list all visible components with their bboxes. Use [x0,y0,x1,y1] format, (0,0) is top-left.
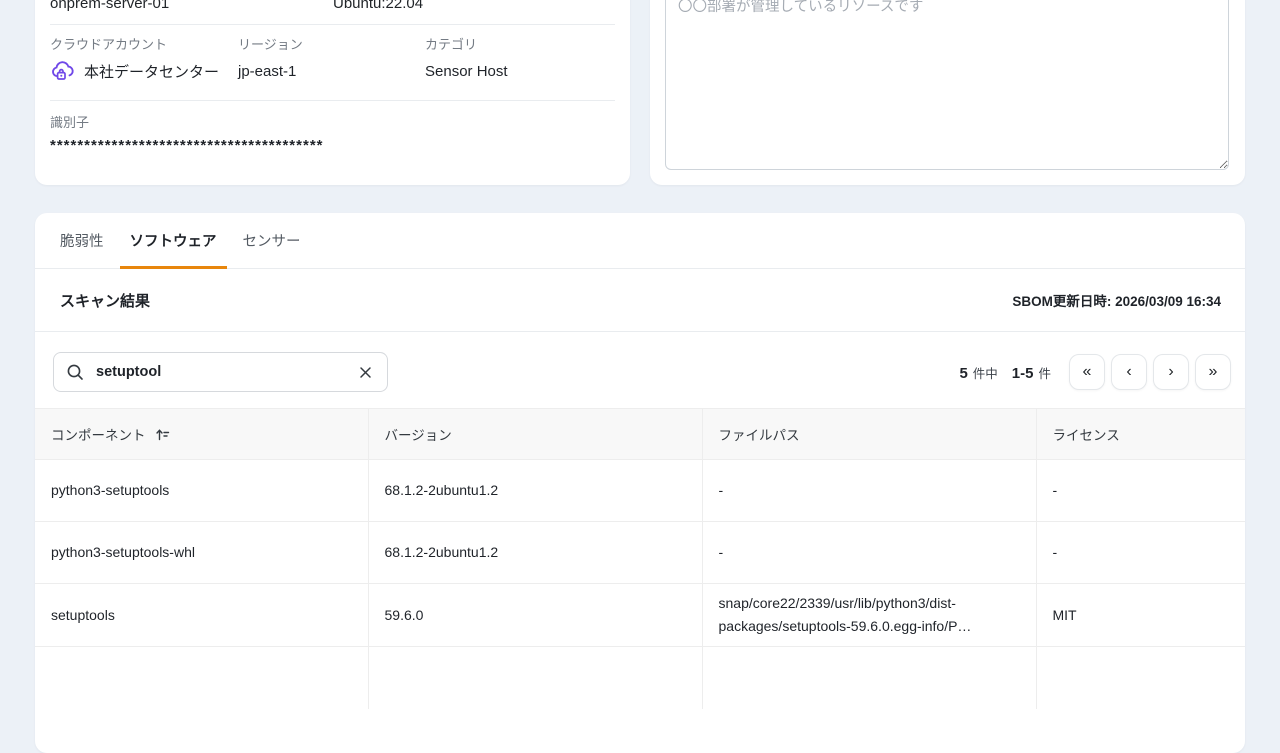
table-cell: MIT [1036,584,1245,647]
search-input[interactable] [94,363,346,381]
column-header-2: ファイルパス [702,409,1036,460]
search-icon [66,363,84,381]
table-row-partial [35,647,1245,709]
software-table: コンポーネント バージョン ファイルパス ライセンス python3-setuptoo… [35,408,1245,709]
region-label: リージョン [238,35,425,55]
table-cell: - [702,522,1036,584]
region-value: jp-east-1 [238,57,425,85]
memo-card [650,0,1245,185]
table-row: setuptools59.6.0snap/core22/2339/usr/lib… [35,584,1245,647]
column-header-label: バージョン [385,424,452,444]
memo-textarea[interactable] [665,0,1229,170]
table-cell: python3-setuptools-whl [35,522,368,584]
software-panel: 脆弱性 ソフトウェア センサー スキャン結果 SBOM更新日時: 2026/03… [35,213,1245,753]
toolbar: 5 件中 1-5 件 « ‹ › » [35,332,1245,408]
tab-software[interactable]: ソフトウェア [120,213,227,268]
table-cell: 68.1.2-2ubuntu1.2 [368,460,702,522]
column-header-0[interactable]: コンポーネント [35,409,368,460]
search-box[interactable] [53,352,388,392]
tab-sensor[interactable]: センサー [233,213,311,268]
table-cell: 68.1.2-2ubuntu1.2 [368,522,702,584]
host-info-card: onprem-server-01 Ubuntu:22.04 クラウドアカウント … [35,0,630,185]
hostname-value: onprem-server-01 [50,0,333,24]
table-body: python3-setuptools68.1.2-2ubuntu1.2--pyt… [35,460,1245,709]
pagination-prev-button[interactable]: ‹ [1111,354,1147,390]
double-chevron-left-icon: « [1083,364,1092,380]
sort-ascending-icon [155,427,170,442]
table-cell [702,647,1036,709]
cloud-account-value: 本社データセンター [84,61,219,82]
cloud-account-field: クラウドアカウント 本社データセンター [50,35,238,85]
range-suffix: 件 [1038,363,1051,382]
os-value: Ubuntu:22.04 [333,0,615,24]
double-chevron-right-icon: » [1209,364,1218,380]
table-cell: - [1036,522,1245,584]
chevron-left-icon: ‹ [1126,364,1131,380]
tab-bar: 脆弱性 ソフトウェア センサー [35,213,1245,269]
table-cell: snap/core22/2339/usr/lib/python3/dist-pa… [702,584,1036,647]
sbom-updated-timestamp: SBOM更新日時: 2026/03/09 16:34 [1012,290,1221,310]
total-count: 5 [959,365,967,382]
range-text: 1-5 [1012,365,1034,382]
table-cell: 59.6.0 [368,584,702,647]
cloud-lock-icon [50,60,76,82]
category-label: カテゴリ [425,35,615,55]
tab-vulnerability[interactable]: 脆弱性 [50,213,114,268]
identifier-label: 識別子 [50,113,615,133]
column-header-label: コンポーネント [51,424,146,444]
table-header-row: コンポーネント バージョン ファイルパス ライセンス [35,409,1245,460]
pagination-first-button[interactable]: « [1069,354,1105,390]
table-cell: - [1036,460,1245,522]
table-cell [1036,647,1245,709]
pagination: 5 件中 1-5 件 « ‹ › » [959,354,1231,390]
host-top-row: onprem-server-01 Ubuntu:22.04 [50,0,615,25]
column-header-label: ライセンス [1053,424,1120,444]
chevron-right-icon: › [1168,364,1173,380]
table-cell: - [702,460,1036,522]
table-cell: python3-setuptools [35,460,368,522]
table-row: python3-setuptools-whl68.1.2-2ubuntu1.2-… [35,522,1245,584]
table-cell [368,647,702,709]
table-cell [35,647,368,709]
total-suffix: 件中 [973,363,998,382]
pagination-last-button[interactable]: » [1195,354,1231,390]
category-value: Sensor Host [425,57,615,85]
cloud-account-label: クラウドアカウント [50,35,238,55]
region-field: リージョン jp-east-1 [238,35,425,85]
category-field: カテゴリ Sensor Host [425,35,615,85]
column-header-3: ライセンス [1036,409,1245,460]
table-row: python3-setuptools68.1.2-2ubuntu1.2-- [35,460,1245,522]
scan-header: スキャン結果 SBOM更新日時: 2026/03/09 16:34 [35,269,1245,332]
top-section: onprem-server-01 Ubuntu:22.04 クラウドアカウント … [35,0,1245,185]
pagination-summary: 5 件中 1-5 件 [959,363,1051,382]
close-icon [358,365,373,380]
column-header-1: バージョン [368,409,702,460]
column-header-label: ファイルパス [719,424,800,444]
clear-search-button[interactable] [356,363,375,382]
host-fields-row: クラウドアカウント 本社データセンター リージョン jp-east- [50,25,615,101]
pagination-next-button[interactable]: › [1153,354,1189,390]
scan-results-title: スキャン結果 [60,290,150,311]
identifier-value: **************************************** [50,135,615,157]
table-cell: setuptools [35,584,368,647]
